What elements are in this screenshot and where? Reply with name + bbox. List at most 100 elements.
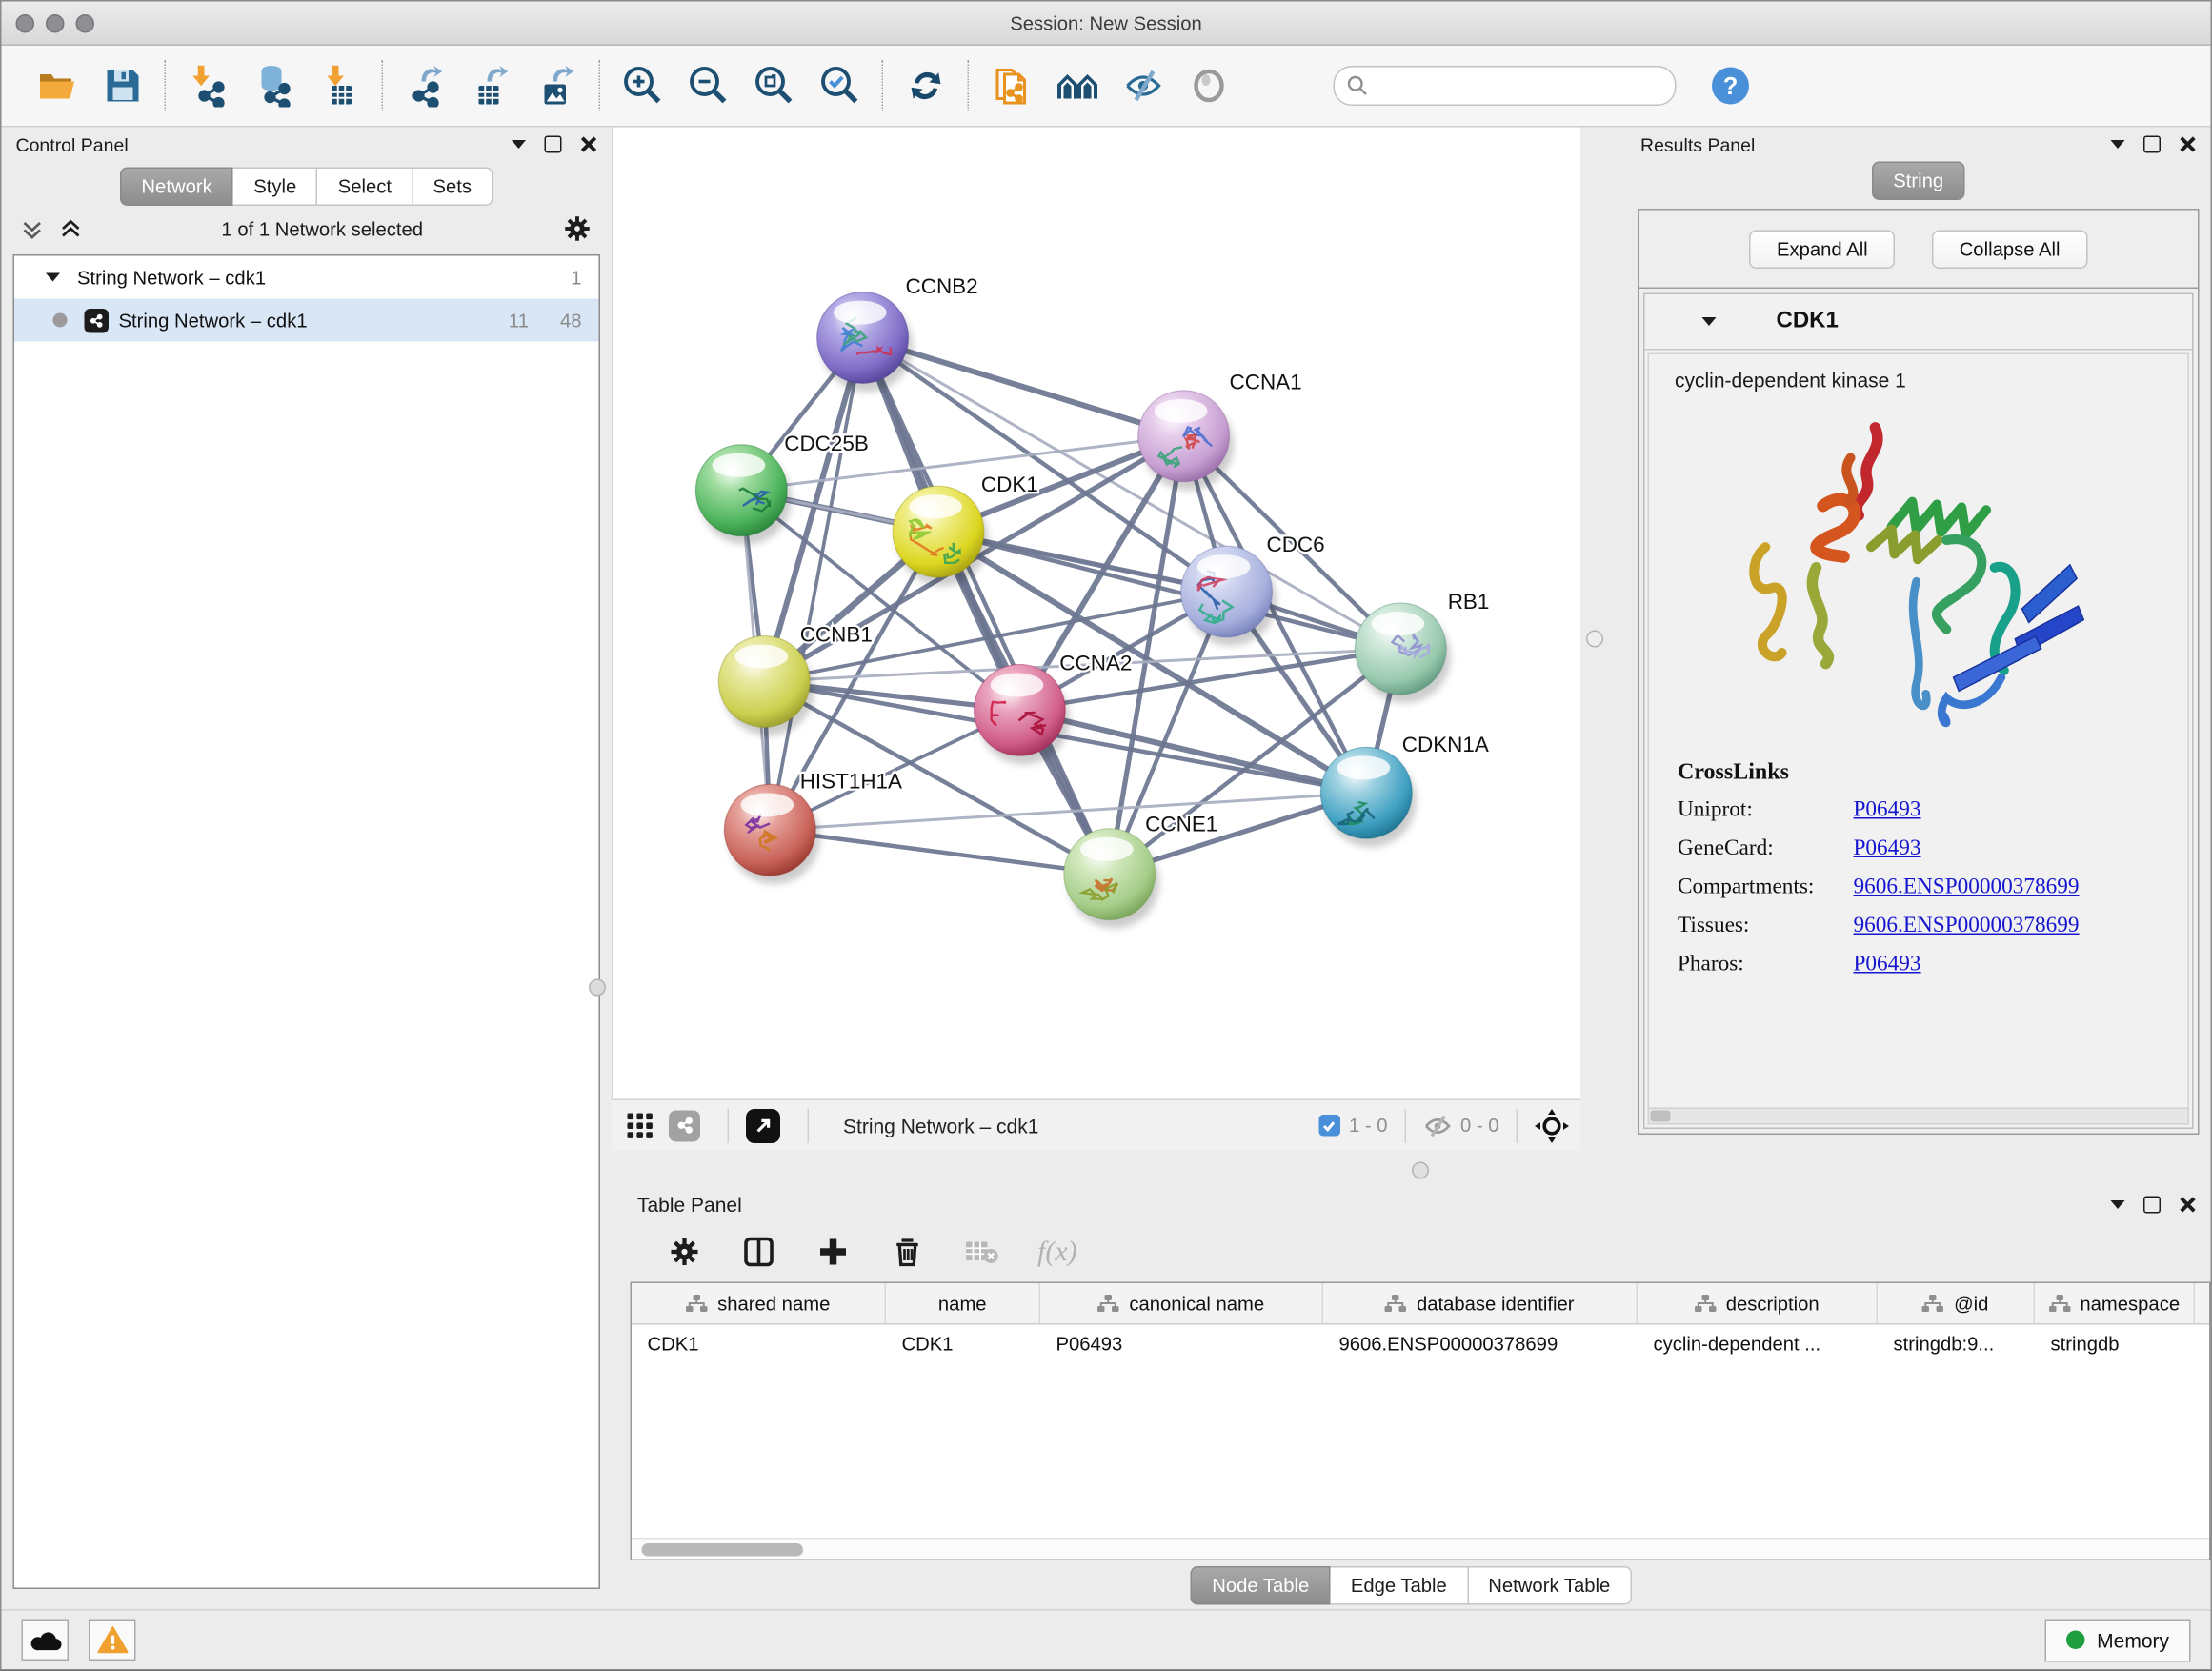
splitter-handle[interactable]	[1586, 631, 1603, 648]
hidden-count-label: 0 - 0	[1460, 1115, 1499, 1137]
table-cell[interactable]: stringdb:9...	[1878, 1325, 2035, 1364]
tab-sets[interactable]: Sets	[413, 168, 493, 207]
panel-menu-icon[interactable]	[2111, 140, 2125, 149]
close-panel-icon[interactable]	[580, 136, 597, 153]
crosslink-link[interactable]: P06493	[1854, 797, 1921, 823]
column-header-name[interactable]: name	[886, 1283, 1040, 1323]
float-panel-icon[interactable]	[2143, 1197, 2161, 1214]
zoom-in-button[interactable]	[620, 63, 666, 109]
expand-all-button[interactable]: Expand All	[1749, 231, 1895, 270]
network-options-gear-icon[interactable]	[563, 214, 592, 243]
birdseye-view-button[interactable]	[623, 1108, 657, 1142]
crosslink-link[interactable]: 9606.ENSP00000378699	[1854, 875, 2080, 900]
show-all-button[interactable]	[1186, 63, 1232, 109]
save-session-button[interactable]	[100, 63, 146, 109]
export-network-button[interactable]	[403, 63, 449, 109]
column-header-database-identifier[interactable]: database identifier	[1323, 1283, 1638, 1323]
collection-expand-icon[interactable]	[46, 273, 60, 282]
table-cell[interactable]: cyclin-dependent ...	[1638, 1325, 1878, 1364]
horizontal-splitter[interactable]	[612, 1151, 2211, 1188]
hidden-eye-slash-icon[interactable]	[1423, 1114, 1452, 1137]
tab-style[interactable]: Style	[233, 168, 318, 207]
section-expand-icon[interactable]	[1702, 317, 1717, 326]
crosslink-link[interactable]: P06493	[1854, 836, 1921, 862]
import-network-file-button[interactable]	[186, 63, 231, 109]
search-field[interactable]	[1334, 66, 1677, 106]
crosslink-link[interactable]: P06493	[1854, 952, 1921, 977]
column-header-namespace[interactable]: namespace	[2035, 1283, 2195, 1323]
table-cell[interactable]: P06493	[1040, 1325, 1323, 1364]
show-columns-icon[interactable]	[740, 1234, 777, 1271]
vertical-splitter[interactable]	[1580, 128, 1626, 1151]
tab-edge-table[interactable]: Edge Table	[1331, 1566, 1468, 1605]
import-network-database-button[interactable]	[251, 63, 297, 109]
import-table-file-button[interactable]	[317, 63, 363, 109]
create-column-plus-icon[interactable]	[814, 1234, 852, 1271]
table-horizontal-scrollbar[interactable]	[632, 1538, 2209, 1560]
float-panel-icon[interactable]	[2143, 136, 2161, 153]
delete-column-trash-icon[interactable]	[889, 1234, 926, 1271]
cloud-status-button[interactable]	[22, 1620, 70, 1661]
collapse-all-button[interactable]: Collapse All	[1932, 231, 2087, 270]
panel-menu-icon[interactable]	[512, 140, 526, 149]
zoom-fit-button[interactable]	[752, 63, 797, 109]
table-row[interactable]: CDK1CDK1P064939606.ENSP00000378699cyclin…	[632, 1325, 2209, 1364]
network-node-HIST1H1A[interactable]	[724, 784, 819, 884]
open-session-button[interactable]	[34, 63, 80, 109]
control-panel-splitter-handle[interactable]	[589, 979, 606, 997]
expand-all-networks-icon[interactable]	[60, 218, 82, 240]
table-cell[interactable]: CDK1	[886, 1325, 1040, 1364]
network-node-CDK1[interactable]	[893, 486, 988, 586]
network-node-CCNE1[interactable]	[1064, 829, 1159, 929]
tab-string[interactable]: String	[1872, 162, 1965, 201]
close-panel-icon[interactable]	[2180, 136, 2197, 153]
tab-node-table[interactable]: Node Table	[1191, 1566, 1331, 1605]
open-in-browser-icon[interactable]	[746, 1108, 780, 1142]
table-cell[interactable]: stringdb	[2035, 1325, 2195, 1364]
crosslinks-scrollbar[interactable]	[1649, 1108, 2188, 1124]
tab-select[interactable]: Select	[318, 168, 413, 207]
table-cell[interactable]: CDK1	[632, 1325, 886, 1364]
export-table-button[interactable]	[469, 63, 514, 109]
network-node-CCNA1[interactable]	[1138, 391, 1234, 491]
table-cell[interactable]: 9606.ENSP00000378699	[1323, 1325, 1638, 1364]
protein-section-header[interactable]: CDK1	[1645, 294, 2193, 351]
warning-status-button[interactable]	[89, 1620, 136, 1661]
hide-selected-button[interactable]	[1120, 63, 1166, 109]
selected-nodes-checkbox[interactable]	[1318, 1115, 1340, 1137]
network-node-RB1[interactable]	[1355, 603, 1450, 703]
splitter-handle[interactable]	[1412, 1162, 1429, 1179]
column-header-canonical-name[interactable]: canonical name	[1040, 1283, 1323, 1323]
tab-network[interactable]: Network	[120, 168, 233, 207]
crosslink-link[interactable]: 9606.ENSP00000378699	[1854, 914, 2080, 939]
zoom-selected-button[interactable]	[817, 63, 863, 109]
table-options-gear-icon[interactable]	[666, 1234, 703, 1271]
network-row-selected[interactable]: String Network – cdk1 1148	[14, 299, 599, 342]
column-header-description[interactable]: description	[1638, 1283, 1878, 1323]
column-header-@id[interactable]: @id	[1878, 1283, 2035, 1323]
export-image-button[interactable]	[534, 63, 580, 109]
close-panel-icon[interactable]	[2180, 1197, 2197, 1214]
network-node-CCNA2[interactable]	[974, 664, 1069, 764]
scrollbar-thumb[interactable]	[642, 1543, 804, 1557]
network-node-CDC6[interactable]	[1181, 546, 1277, 646]
protein-name: CDK1	[1777, 309, 1839, 334]
string-panel-toggle-icon[interactable]	[669, 1110, 700, 1141]
network-canvas[interactable]: CCNB2CCNA1CDC25BCDK1CDC6RB1CCNB1CCNA2CDK…	[612, 128, 1580, 1099]
first-neighbors-button[interactable]	[1055, 63, 1100, 109]
collapse-all-networks-icon[interactable]	[22, 218, 44, 240]
help-button[interactable]: ?	[1708, 63, 1754, 109]
network-from-selection-button[interactable]	[989, 63, 1035, 109]
refresh-button[interactable]	[903, 63, 949, 109]
tab-network-table[interactable]: Network Table	[1468, 1566, 1631, 1605]
memory-button[interactable]: Memory	[2045, 1619, 2190, 1661]
column-header-shared-name[interactable]: shared name	[632, 1283, 886, 1323]
panel-menu-icon[interactable]	[2111, 1200, 2125, 1209]
network-node-CDC25B[interactable]	[695, 445, 791, 545]
network-node-CDKN1A[interactable]	[1320, 747, 1416, 847]
zoom-out-button[interactable]	[686, 63, 732, 109]
network-collection-row[interactable]: String Network – cdk1 1	[14, 256, 599, 299]
search-input[interactable]	[1369, 73, 1663, 98]
float-panel-icon[interactable]	[545, 136, 562, 153]
fit-content-crosshair-icon[interactable]	[1535, 1108, 1569, 1142]
